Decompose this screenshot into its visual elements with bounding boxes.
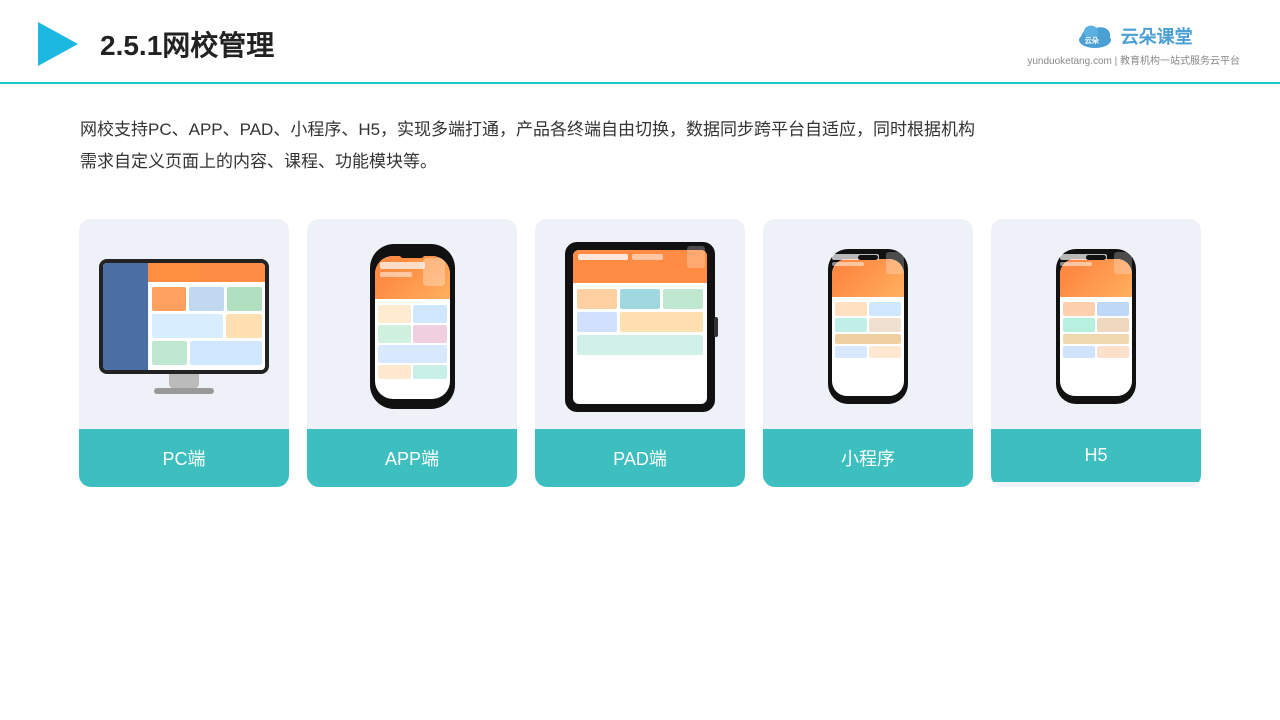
page-title: 2.5.1网校管理 [100,24,274,64]
h5-label: H5 [991,429,1201,482]
play-icon [30,18,82,70]
monitor-frame [99,259,269,374]
logo-tagline: yunduoketang.com | 教育机构一站式服务云平台 [1027,52,1240,67]
card-h5: H5 [991,219,1201,487]
card-app: APP端 [307,219,517,487]
description-line2: 需求自定义页面上的内容、课程、功能模块等。 [80,146,1200,178]
phone-frame [370,244,455,409]
h5-phone [1056,249,1136,404]
h5-image-area [991,219,1201,429]
logo-brand-text: 云朵课堂 [1121,23,1193,49]
tablet-frame [565,242,715,412]
header-left: 2.5.1网校管理 [30,18,274,70]
header: 2.5.1网校管理 云朵 云朵课堂 yunduoketang.com | 教育机… [0,0,1280,84]
logo-area: 云朵 云朵课堂 yunduoketang.com | 教育机构一站式服务云平台 [1027,22,1240,67]
card-miniprogram: 小程序 [763,219,973,487]
card-pc: PC端 [79,219,289,487]
app-image-area [307,219,517,429]
miniprogram-image-area [763,219,973,429]
card-pad: PAD端 [535,219,745,487]
cloud-icon: 云朵 [1075,22,1115,50]
svg-text:云朵: 云朵 [1084,36,1099,45]
cards-container: PC端 [0,189,1280,517]
miniprogram-label: 小程序 [763,429,973,487]
pc-label: PC端 [79,429,289,487]
description-line1: 网校支持PC、APP、PAD、小程序、H5，实现多端打通，产品各终端自由切换，数… [80,114,1200,146]
logo-cloud: 云朵 云朵课堂 [1075,22,1193,50]
pc-image-area [79,219,289,429]
description-section: 网校支持PC、APP、PAD、小程序、H5，实现多端打通，产品各终端自由切换，数… [0,84,1280,189]
pad-image-area [535,219,745,429]
app-label: APP端 [307,429,517,487]
pad-label: PAD端 [535,429,745,487]
miniprogram-phone [828,249,908,404]
